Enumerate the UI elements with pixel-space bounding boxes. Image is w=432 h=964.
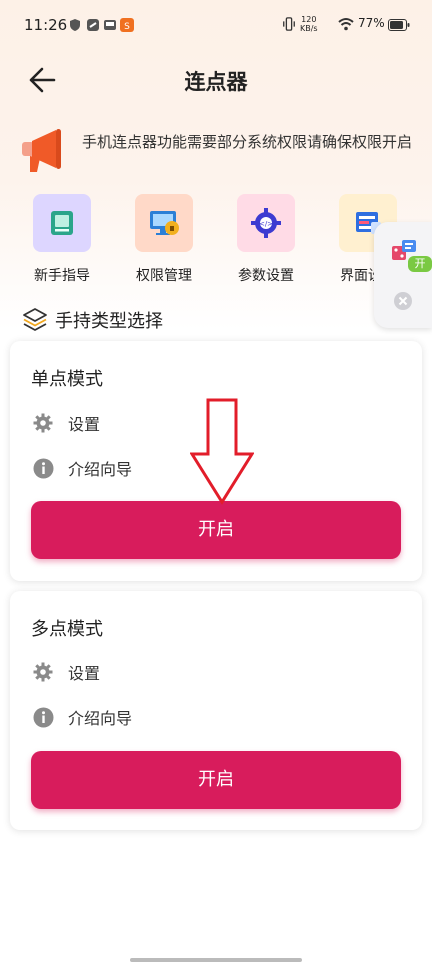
layers-icon	[23, 308, 47, 331]
quick-label: 新手指导	[34, 268, 90, 284]
section-title: 手持类型选择	[55, 311, 163, 332]
shield-icon	[70, 19, 80, 31]
info-icon	[32, 457, 54, 479]
quick-permission-manage[interactable]: 权限管理	[114, 194, 214, 285]
floating-toolbox[interactable]: 开	[374, 222, 432, 328]
info-icon	[32, 706, 54, 728]
quick-parameter-settings[interactable]: </> 参数设置	[216, 194, 316, 285]
wifi-icon	[338, 18, 354, 31]
message-icon	[104, 20, 116, 30]
status-time: 11:26	[24, 16, 68, 34]
svg-text:S: S	[124, 22, 130, 32]
settings-row[interactable]: 设置	[32, 411, 100, 435]
intro-guide-label: 介绍向导	[68, 460, 133, 479]
battery-percent: 77%	[358, 16, 385, 30]
card-title: 单点模式	[31, 369, 103, 390]
quick-label: 参数设置	[238, 268, 294, 284]
down-arrow-annotation-icon	[190, 398, 254, 505]
app-badge-icon: S	[120, 18, 134, 32]
home-indicator[interactable]	[130, 958, 302, 962]
parameter-tile: </>	[237, 194, 295, 252]
page-title: 连点器	[184, 70, 248, 94]
gear-icon	[32, 661, 54, 683]
settings-label: 设置	[68, 415, 101, 434]
start-multi-button[interactable]: 开启	[31, 751, 401, 809]
close-icon[interactable]	[394, 292, 412, 310]
status-bar: 11:26 S 120 KB/s 77%	[0, 0, 432, 52]
settings-label: 设置	[68, 664, 101, 683]
battery-icon	[388, 19, 410, 31]
intro-guide-label: 介绍向导	[68, 709, 133, 728]
quick-label: 权限管理	[136, 268, 192, 284]
card-title: 多点模式	[31, 619, 103, 640]
gear-icon	[32, 412, 54, 434]
intro-guide-row[interactable]: 介绍向导	[32, 705, 132, 729]
permission-notice: 手机连点器功能需要部分系统权限请确保权限开启	[82, 133, 413, 151]
intro-guide-row[interactable]: 介绍向导	[32, 456, 132, 480]
megaphone-icon	[22, 129, 61, 172]
app-notification-icon	[87, 19, 99, 31]
floating-badge: 开	[408, 256, 432, 272]
multi-point-card: 多点模式 设置 介绍向导 开启	[10, 591, 422, 830]
guide-tile	[33, 194, 91, 252]
vibrate-icon	[283, 17, 295, 31]
guide-book-icon	[51, 211, 73, 235]
start-single-button[interactable]: 开启	[31, 501, 401, 559]
svg-text:</>: </>	[259, 220, 273, 228]
permission-monitor-icon	[150, 211, 179, 235]
permission-tile	[135, 194, 193, 252]
settings-row[interactable]: 设置	[32, 660, 100, 684]
parameter-gear-icon: </>	[251, 208, 281, 238]
network-speed: 120 KB/s	[300, 15, 318, 33]
quick-beginner-guide[interactable]: 新手指导	[12, 194, 112, 285]
